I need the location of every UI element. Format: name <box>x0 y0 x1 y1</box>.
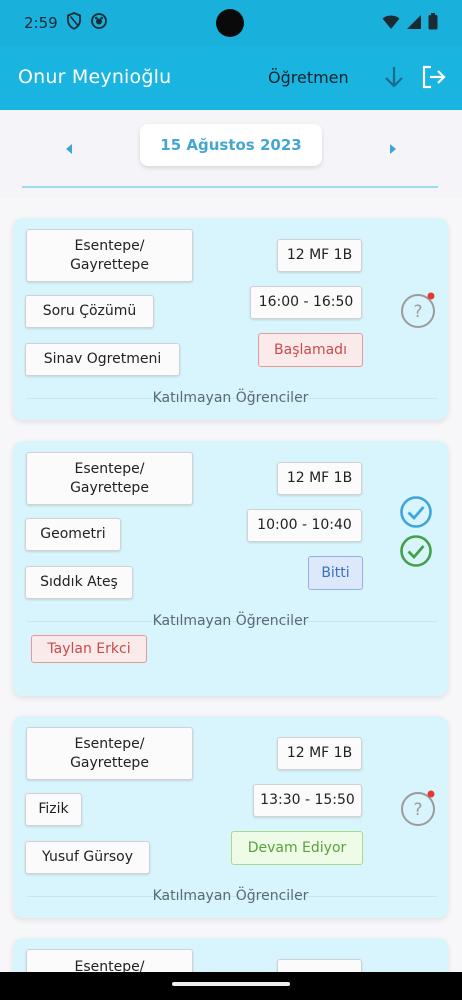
wifi-icon <box>382 15 400 29</box>
arrow-down-icon <box>385 67 403 88</box>
absent-students-label: Katılmayan Öğrenciler <box>152 390 309 406</box>
class-chip: 12 MF 1B <box>277 239 362 272</box>
caret-left-icon <box>66 144 72 154</box>
status-badge: Bitti <box>308 556 363 590</box>
location-chip: Esentepe/ Gayrettepe <box>26 229 193 282</box>
attendance-unknown-button[interactable]: ? <box>400 789 438 831</box>
absent-student-chip: Taylan Erkci <box>31 635 147 663</box>
selected-date[interactable]: 15 Ağustos 2023 <box>140 124 322 166</box>
status-bar: 2:59 <box>0 0 462 46</box>
status-badge: Başlamadı <box>258 333 363 367</box>
svg-text:?: ? <box>413 302 422 322</box>
subject-chip: Geometri <box>25 518 121 551</box>
date-divider <box>22 186 438 188</box>
location-chip: Esentepe/ Gayrettepe <box>26 452 193 505</box>
app-bar: Onur Meynioğlu Öğretmen <box>0 46 462 110</box>
lesson-card[interactable]: Esentepe/ Gayrettepe Fizik Yusuf Gürsoy … <box>13 716 448 918</box>
time-chip: 13:30 - 15:50 <box>253 784 362 817</box>
role-label[interactable]: Öğretmen <box>268 68 349 87</box>
check-circle-green-icon <box>400 535 432 567</box>
system-navigation-bar <box>0 972 462 1000</box>
subject-chip: Fizik <box>25 793 82 826</box>
check-circle-blue-icon <box>400 496 432 528</box>
class-chip: 12 MF 1B <box>277 737 362 770</box>
home-gesture-handle[interactable] <box>172 982 290 986</box>
logout-button[interactable] <box>421 64 447 94</box>
next-day-button[interactable] <box>388 140 398 159</box>
question-circle-icon: ? <box>401 790 435 826</box>
teacher-chip: Yusuf Gürsoy <box>25 841 150 874</box>
user-name: Onur Meynioğlu <box>18 66 172 88</box>
lesson-card[interactable]: Esentepe/ Gayrettepe Soru Çözümü Sinav O… <box>13 218 448 420</box>
app-notification-icon <box>91 13 107 29</box>
logout-icon <box>422 65 446 89</box>
class-chip: 12 MF 1B <box>277 462 362 495</box>
subject-chip: Soru Çözümü <box>25 295 154 328</box>
teacher-chip: Sinav Ogretmeni <box>25 343 180 376</box>
caret-right-icon <box>390 144 396 154</box>
attendance-unknown-button[interactable]: ? <box>400 291 438 333</box>
attendance-approved-button[interactable] <box>399 534 433 572</box>
status-badge: Devam Ediyor <box>231 831 363 865</box>
absent-students-label: Katılmayan Öğrenciler <box>152 888 309 904</box>
teacher-chip: Sıddık Ateş <box>25 566 133 599</box>
download-button[interactable] <box>382 64 406 94</box>
status-time: 2:59 <box>24 14 58 32</box>
lesson-card[interactable]: Esentepe/ Gayrettepe Geometri Sıddık Ate… <box>13 441 448 696</box>
date-navigator: 15 Ağustos 2023 <box>0 110 462 198</box>
svg-text:?: ? <box>413 800 422 820</box>
time-chip: 16:00 - 16:50 <box>250 286 362 319</box>
battery-icon <box>428 13 438 30</box>
status-right-icons <box>382 13 438 30</box>
status-left-icons <box>66 12 108 30</box>
question-circle-icon: ? <box>401 292 435 328</box>
absent-students-label: Katılmayan Öğrenciler <box>152 613 309 629</box>
location-chip: Esentepe/ Gayrettepe <box>26 727 193 780</box>
time-chip: 10:00 - 10:40 <box>247 509 362 542</box>
shield-icon <box>67 12 81 30</box>
signal-icon <box>407 14 421 29</box>
previous-day-button[interactable] <box>64 140 74 159</box>
attendance-taken-button[interactable] <box>399 495 433 533</box>
camera-cutout <box>216 9 244 37</box>
